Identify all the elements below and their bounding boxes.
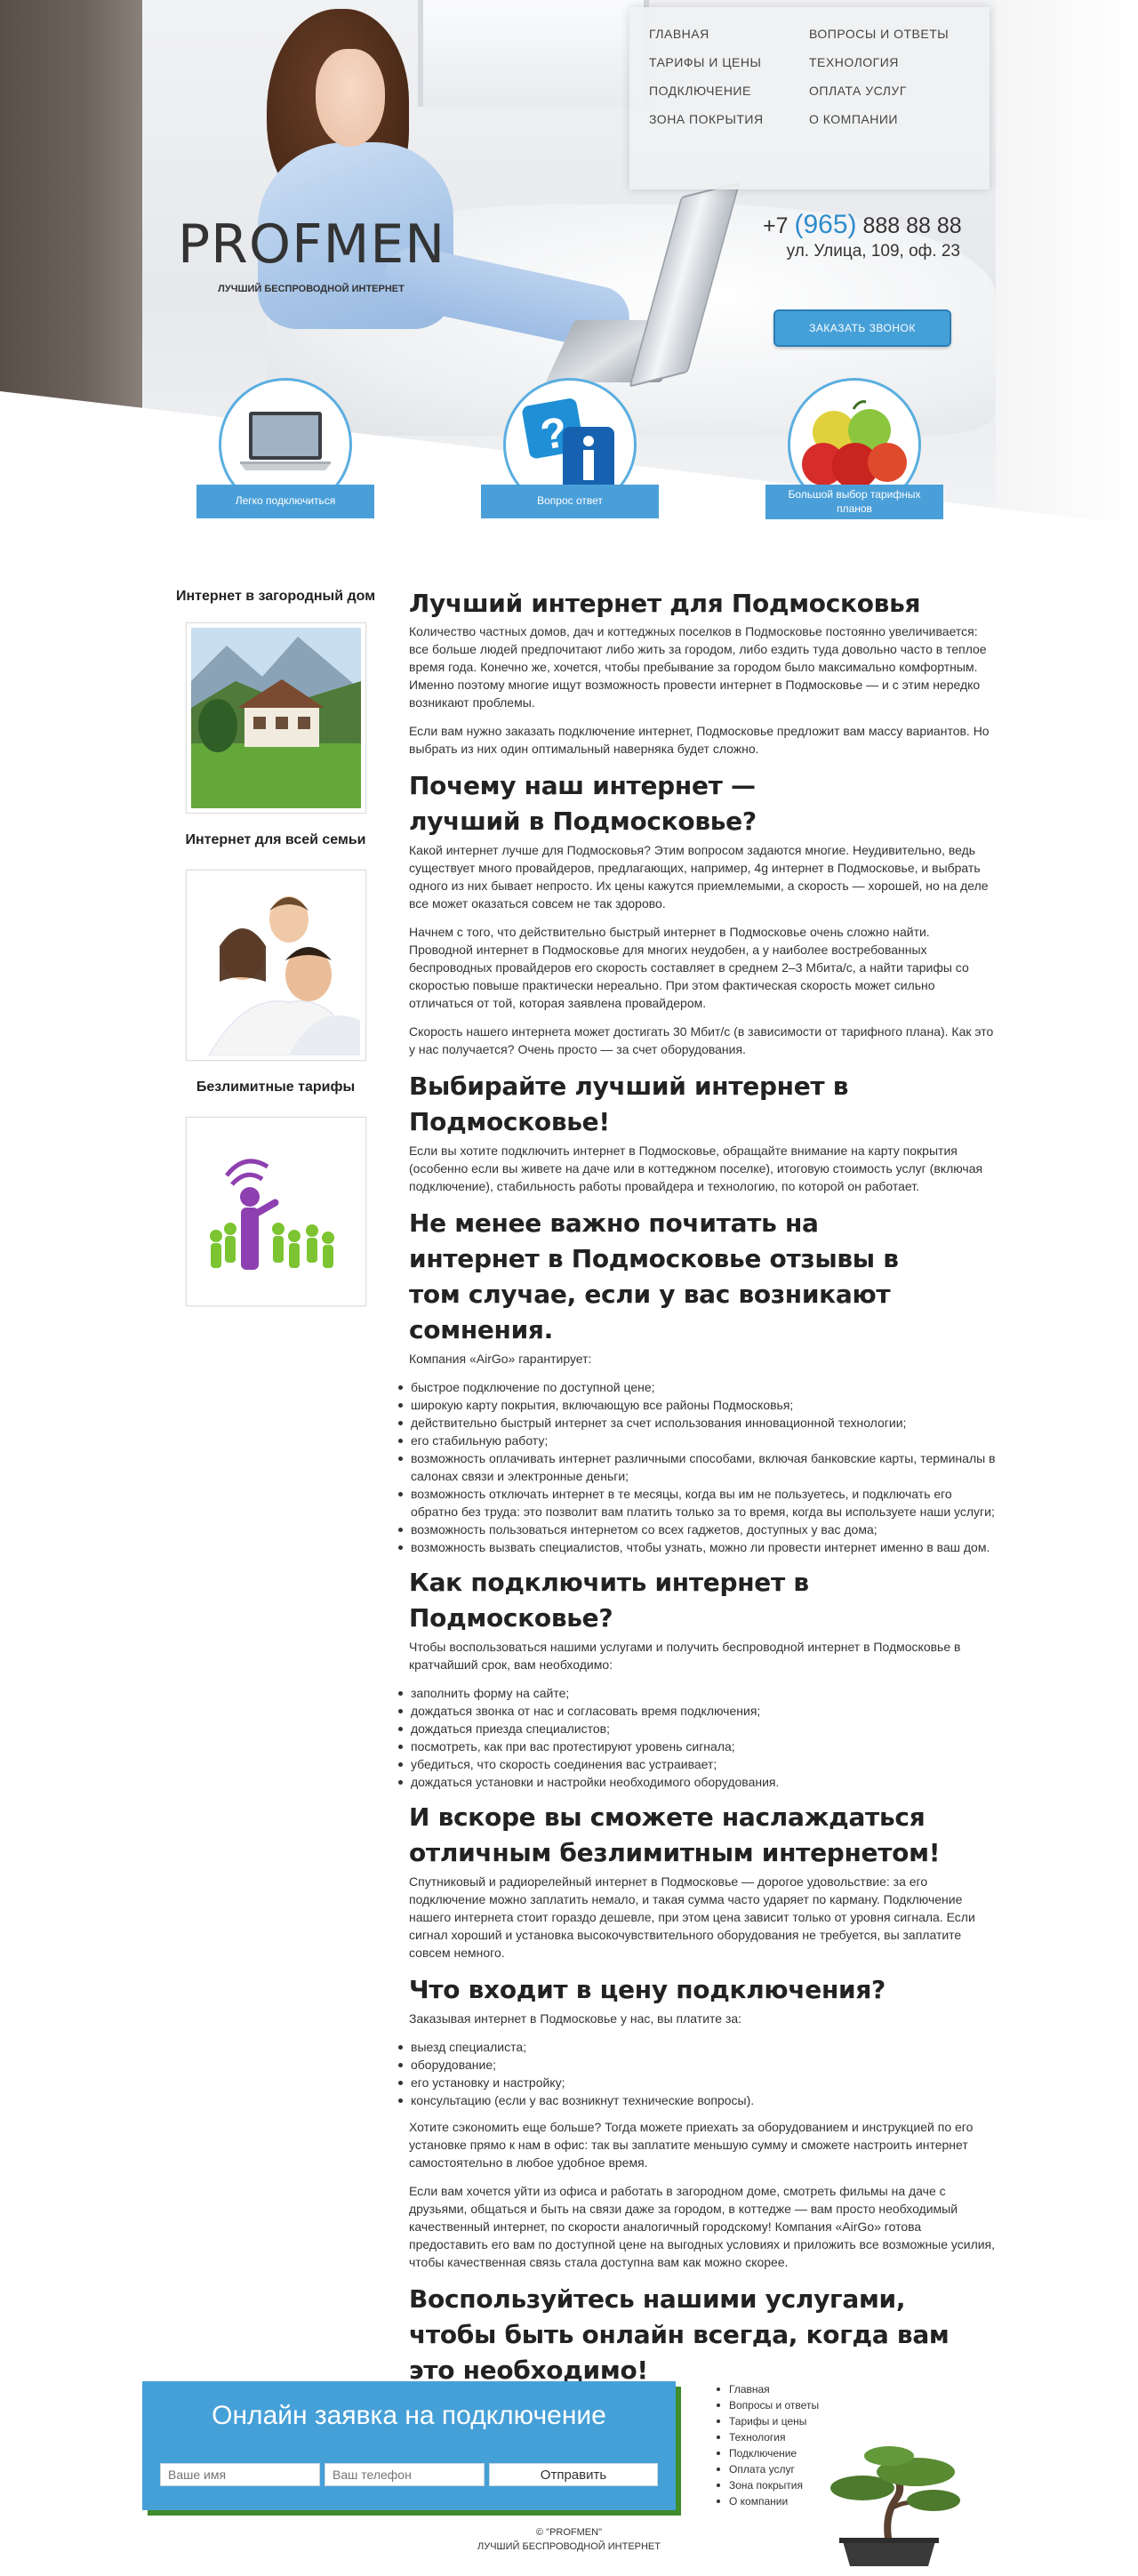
question-info-icon: ? bbox=[522, 398, 614, 491]
article-heading: Не менее важно почитать на интернет в По… bbox=[409, 1208, 899, 1344]
list-item: быстрое подключение по доступной цене; bbox=[398, 1378, 996, 1396]
article-paragraph: Если вам хочется уйти из офиса и работат… bbox=[409, 2184, 996, 2269]
country-house-image bbox=[191, 628, 361, 808]
sidebar-image-unlimited[interactable] bbox=[186, 1117, 366, 1306]
copyright: © "PROFMEN" Лучший беспроводной интернет bbox=[409, 2525, 729, 2554]
article-paragraph: Количество частных домов, дач и коттеджн… bbox=[409, 624, 987, 710]
article-heading: Выбирайте лучший интернет в Подмосковье! bbox=[409, 1071, 849, 1136]
nav-link-coverage[interactable]: Зона покрытия bbox=[649, 112, 809, 126]
article-paragraph: Какой интернет лучше для Подмосковья? Эт… bbox=[409, 843, 989, 911]
list-item: посмотреть, как при вас протестируют уро… bbox=[398, 1737, 996, 1755]
article-paragraph: Заказывая интернет в Подмосковье у нас, … bbox=[409, 2011, 742, 2026]
article-heading: И вскоре вы сможете наслаждаться отличны… bbox=[409, 1802, 941, 1867]
article-heading: Что входит в цену подключения? bbox=[409, 1975, 886, 2004]
list-item: его стабильную работу; bbox=[398, 1432, 996, 1449]
sidebar-title-family: Интернет для всей семьи bbox=[185, 832, 366, 847]
list-item: широкую карту покрытия, включающую все р… bbox=[398, 1396, 996, 1414]
list-item: возможность оплачивать интернет различны… bbox=[398, 1449, 996, 1485]
list-item: его установку и настройку; bbox=[398, 2074, 996, 2091]
list-item: оборудование; bbox=[398, 2056, 996, 2074]
feature-label: Большой выбор тарифных планов bbox=[765, 485, 943, 520]
article-paragraph: Спутниковый и радиорелейный интернет в П… bbox=[409, 1874, 975, 1960]
sidebar-image-family[interactable] bbox=[186, 870, 366, 1061]
article-paragraph: Если вы хотите подключить интернет в Под… bbox=[409, 1144, 983, 1193]
list-item: заполнить форму на сайте; bbox=[398, 1684, 996, 1702]
feature-label: Легко подключиться bbox=[196, 485, 374, 518]
article-heading: Почему наш интернет — лучший в Подмосков… bbox=[409, 771, 757, 836]
phone-number: 888 88 88 bbox=[862, 213, 962, 238]
header-address: ул. Улица, 109, оф. 23 bbox=[786, 242, 960, 261]
list-item: дождаться приезда специалистов; bbox=[398, 1720, 996, 1737]
sidebar-title-country: Интернет в загородный дом bbox=[175, 589, 376, 604]
guarantee-list: быстрое подключение по доступной цене; ш… bbox=[398, 1378, 996, 1556]
apples-icon bbox=[802, 400, 907, 489]
header-phone: +7 (965) 888 88 88 bbox=[763, 210, 994, 240]
list-item: возможность отключать интернет в те меся… bbox=[398, 1485, 996, 1521]
article-paragraph: Компания «AirGo» гарантирует: bbox=[409, 1352, 592, 1366]
submit-button[interactable]: Отправить bbox=[489, 2463, 658, 2486]
main-article: Лучший интернет для Подмосковья Количест… bbox=[398, 589, 996, 2390]
list-item: убедиться, что скорость соединения вас у… bbox=[398, 1755, 996, 1773]
phone-code: (965) bbox=[794, 210, 857, 239]
footer-tagline: Лучший беспроводной интернет bbox=[477, 2541, 661, 2552]
main-nav: Главная Вопросы и ответы Тарифы и цены Т… bbox=[629, 7, 990, 189]
list-item: возможность вызвать специалистов, чтобы … bbox=[398, 1538, 996, 1556]
footer-link-faq[interactable]: Вопросы и ответы bbox=[717, 2397, 859, 2413]
feature-label: Вопрос ответ bbox=[481, 485, 659, 518]
list-item: выезд специалиста; bbox=[398, 2038, 996, 2056]
nav-link-home[interactable]: Главная bbox=[649, 27, 809, 41]
list-item: действительно быстрый интернет за счет и… bbox=[398, 1414, 996, 1432]
article-title: Лучший интернет для Подмосковья bbox=[409, 589, 921, 618]
footer-link-tariffs[interactable]: Тарифы и цены bbox=[717, 2413, 859, 2429]
list-item: дождаться установки и настройки необходи… bbox=[398, 1773, 996, 1791]
article-paragraph: Хотите сэкономить еще больше? Тогда може… bbox=[409, 2120, 974, 2170]
sidebar-image-country[interactable] bbox=[186, 622, 366, 814]
list-item: дождаться звонка от нас и согласовать вр… bbox=[398, 1702, 996, 1720]
order-form: Онлайн заявка на подключение Отправить bbox=[142, 2381, 676, 2510]
nav-link-about[interactable]: О компании bbox=[809, 112, 969, 126]
name-input[interactable] bbox=[160, 2463, 320, 2486]
steps-list: заполнить форму на сайте; дождаться звон… bbox=[398, 1684, 996, 1791]
price-list: выезд специалиста; оборудование; его уст… bbox=[398, 2038, 996, 2109]
article-paragraph: Если вам нужно заказать подключение инте… bbox=[409, 724, 990, 756]
copyright-text: © "PROFMEN" bbox=[536, 2527, 602, 2538]
list-item: возможность пользоваться интернетом со в… bbox=[398, 1521, 996, 1538]
logo[interactable]: PROFMEN Лучший беспроводной интернет bbox=[178, 218, 445, 294]
wifi-people-image bbox=[191, 1122, 361, 1301]
nav-link-connection[interactable]: Подключение bbox=[649, 84, 809, 98]
nav-link-technology[interactable]: Технология bbox=[809, 55, 969, 69]
article-paragraph: Чтобы воспользоваться нашими услугами и … bbox=[409, 1640, 961, 1672]
article-paragraph: Скорость нашего интернета может достигат… bbox=[409, 1024, 994, 1056]
family-image bbox=[191, 875, 361, 1055]
order-call-button[interactable]: Заказать звонок bbox=[773, 309, 951, 347]
article-heading: Как подключить интернет в Подмосковье? bbox=[409, 1568, 809, 1633]
footer-link-home[interactable]: Главная bbox=[717, 2381, 859, 2397]
laptop-icon bbox=[240, 412, 331, 470]
article-paragraph: Начнем с того, что действительно быстрый… bbox=[409, 925, 969, 1010]
article-heading: Воспользуйтесь нашими услугами, чтобы бы… bbox=[409, 2284, 950, 2385]
logo-title: PROFMEN bbox=[178, 213, 446, 276]
phone-input[interactable] bbox=[325, 2463, 485, 2486]
bonsai-image bbox=[830, 2446, 960, 2566]
sidebar-title-unlimited: Безлимитные тарифы bbox=[196, 1079, 356, 1095]
list-item: консультацию (если у вас возникнут техни… bbox=[398, 2091, 996, 2109]
nav-link-payment[interactable]: Оплата услуг bbox=[809, 84, 969, 98]
nav-link-tariffs[interactable]: Тарифы и цены bbox=[649, 55, 809, 69]
logo-tagline: Лучший беспроводной интернет bbox=[218, 284, 405, 294]
nav-link-faq[interactable]: Вопросы и ответы bbox=[809, 27, 969, 41]
phone-prefix: +7 bbox=[763, 213, 789, 238]
order-form-title: Онлайн заявка на подключение bbox=[212, 2401, 606, 2430]
